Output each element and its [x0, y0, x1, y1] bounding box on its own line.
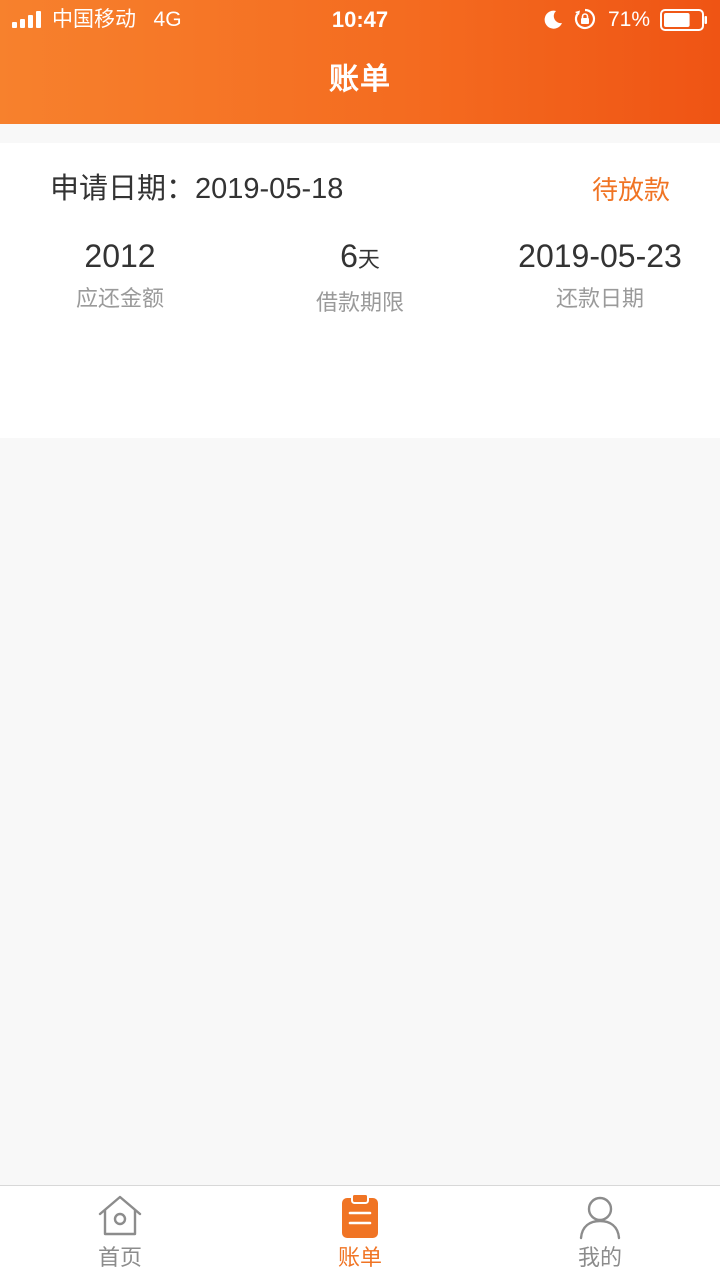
tab-home-label: 首页	[97, 1245, 142, 1270]
tab-home[interactable]: 首页	[0, 1186, 240, 1280]
rotation-lock-icon	[574, 8, 596, 30]
tab-profile[interactable]: 我的	[480, 1186, 720, 1280]
term-value: 6	[340, 238, 358, 274]
tab-bill-label: 账单	[337, 1245, 382, 1270]
tab-profile-label: 我的	[577, 1245, 622, 1270]
term-stat: 6天 借款期限	[240, 235, 480, 335]
apply-date-label: 申请日期：	[50, 173, 196, 205]
amount-label: 应还金额	[75, 286, 164, 311]
due-stat: 2019-05-23 还款日期	[480, 235, 720, 335]
apply-date-value: 2019-05-18	[195, 173, 344, 205]
term-value-row: 6天	[240, 235, 480, 281]
home-icon	[98, 1195, 142, 1236]
due-date-label: 还款日期	[555, 286, 644, 311]
bill-stats: 2012 应还金额 6天 借款期限 2019-05-23 还款日期	[0, 235, 720, 335]
term-label: 借款期限	[315, 290, 404, 315]
battery-percent: 71%	[608, 8, 651, 31]
user-icon	[579, 1196, 621, 1240]
bill-icon	[342, 1193, 378, 1238]
tab-bill[interactable]: 账单	[240, 1186, 480, 1280]
battery-icon	[660, 9, 707, 31]
apply-date-row: 申请日期：2019-05-18	[50, 171, 343, 207]
amount-stat: 2012 应还金额	[0, 235, 240, 335]
amount-value: 2012	[84, 238, 156, 274]
bill-card[interactable]: 申请日期：2019-05-18 待放款 2012 应还金额 6天 借款期限 20…	[0, 143, 720, 438]
page-title: 账单	[329, 63, 391, 96]
term-unit: 天	[357, 247, 380, 272]
tab-bar: 首页 账单 我的	[0, 1185, 720, 1280]
bill-status-badge: 待放款	[591, 175, 670, 205]
app-header: 中国移动 4G 10:47 71% 账单	[0, 0, 720, 124]
moon-icon	[544, 10, 562, 29]
status-bar: 中国移动 4G 10:47 71%	[0, 0, 720, 40]
due-date-value: 2019-05-23	[518, 238, 682, 274]
